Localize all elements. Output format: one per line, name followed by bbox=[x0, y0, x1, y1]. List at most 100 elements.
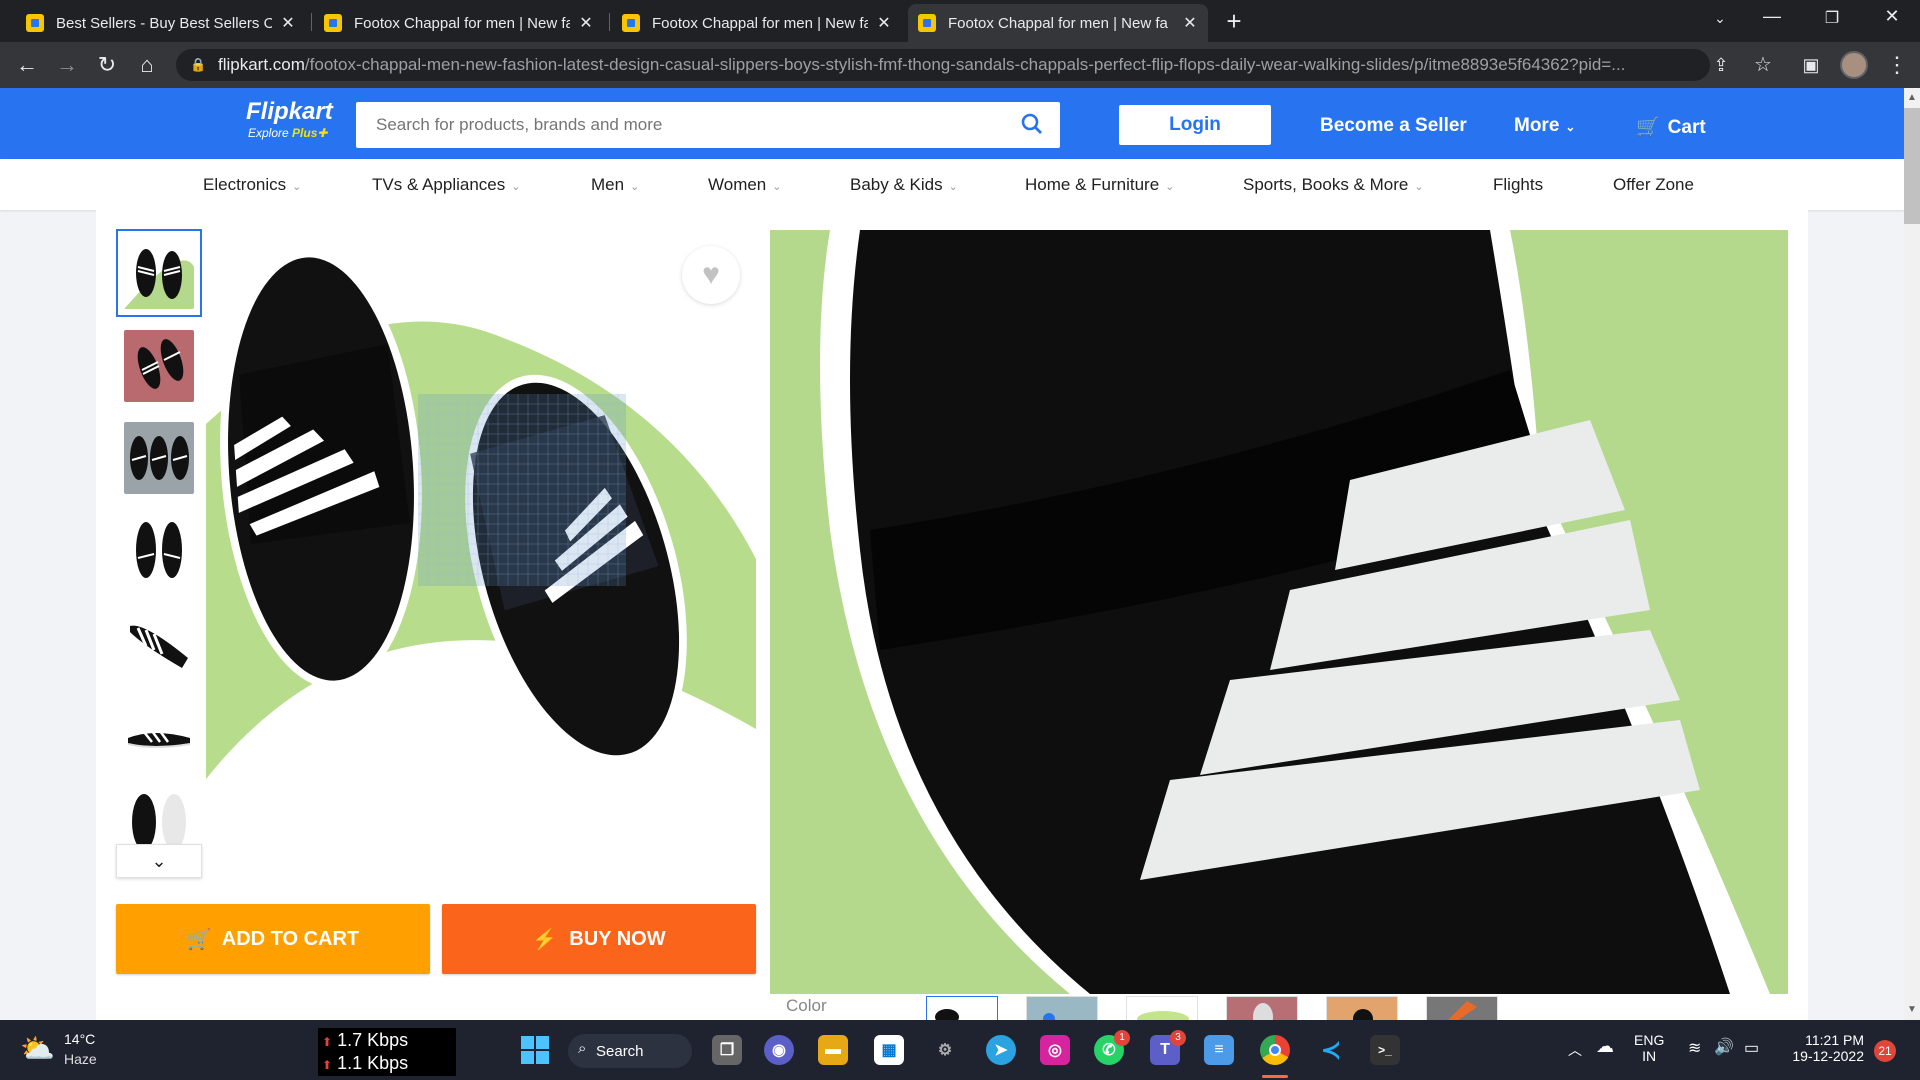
bookmark-star-icon[interactable]: ☆ bbox=[1748, 50, 1778, 80]
product-thumbnail[interactable] bbox=[116, 506, 202, 594]
browser-tab[interactable]: Footox Chappal for men | New fa ✕ bbox=[612, 4, 902, 42]
more-menu[interactable]: More ⌄ bbox=[1514, 115, 1575, 137]
browser-menu-icon[interactable]: ⋮ bbox=[1882, 50, 1912, 80]
slipper-pair-image bbox=[206, 249, 756, 889]
main-product-image[interactable] bbox=[206, 229, 756, 889]
instagram-icon[interactable]: ◎ bbox=[1040, 1035, 1070, 1065]
category-sports-books[interactable]: Sports, Books & More ⌄ bbox=[1243, 175, 1424, 195]
address-bar[interactable]: 🔒 flipkart.com/footox-chappal-men-new-fa… bbox=[176, 49, 1710, 81]
clock[interactable]: 11:21 PM 19-12-2022 bbox=[1788, 1032, 1864, 1064]
product-thumbnail[interactable] bbox=[116, 690, 202, 778]
category-men[interactable]: Men ⌄ bbox=[591, 175, 639, 195]
color-swatch[interactable] bbox=[926, 996, 998, 1020]
login-button[interactable]: Login bbox=[1119, 105, 1271, 145]
share-icon[interactable]: ⇪ bbox=[1706, 50, 1736, 80]
color-swatch[interactable] bbox=[1326, 996, 1398, 1020]
lock-icon[interactable]: 🔒 bbox=[190, 57, 206, 73]
close-tab-icon[interactable]: ✕ bbox=[876, 13, 892, 33]
chevron-down-icon: ⌄ bbox=[1565, 120, 1576, 134]
product-thumbnail[interactable] bbox=[116, 414, 202, 502]
back-icon[interactable]: ← bbox=[12, 50, 42, 80]
terminal-icon[interactable]: >_ bbox=[1370, 1035, 1400, 1065]
flipkart-favicon-icon bbox=[324, 14, 342, 32]
flipkart-logo[interactable]: Flipkart Explore Plus✚ bbox=[246, 98, 333, 140]
new-tab-icon[interactable]: + bbox=[1222, 6, 1246, 37]
settings-gear-icon[interactable]: ⚙ bbox=[930, 1035, 960, 1065]
weather-icon[interactable]: ⛅ bbox=[20, 1032, 55, 1065]
chrome-icon[interactable] bbox=[1260, 1035, 1290, 1065]
buy-now-button[interactable]: ⚡ BUY NOW bbox=[442, 904, 756, 974]
flipkart-favicon-icon bbox=[622, 14, 640, 32]
close-tab-icon[interactable]: ✕ bbox=[1182, 13, 1198, 33]
category-home-furniture[interactable]: Home & Furniture ⌄ bbox=[1025, 175, 1174, 195]
wifi-icon[interactable]: ≋ bbox=[1688, 1038, 1701, 1058]
weather-desc[interactable]: Haze bbox=[64, 1051, 97, 1067]
scroll-down-icon[interactable]: ▼ bbox=[1904, 1004, 1920, 1015]
wishlist-heart-icon[interactable]: ♥ bbox=[682, 246, 740, 304]
close-window-icon[interactable]: ✕ bbox=[1872, 6, 1912, 27]
chevron-down-icon: ⌄ bbox=[772, 181, 782, 193]
color-swatch[interactable] bbox=[1126, 996, 1198, 1020]
notification-count-badge[interactable]: 21 bbox=[1874, 1040, 1896, 1062]
profile-avatar[interactable] bbox=[1840, 51, 1868, 79]
scrollbar-thumb[interactable] bbox=[1904, 108, 1920, 224]
category-tvs-appliances[interactable]: TVs & Appliances ⌄ bbox=[372, 175, 520, 195]
chat-icon[interactable]: ◉ bbox=[764, 1035, 794, 1065]
product-thumbnail[interactable] bbox=[116, 598, 202, 686]
windows-start-icon[interactable] bbox=[520, 1035, 550, 1065]
microsoft-store-icon[interactable]: ▦ bbox=[874, 1035, 904, 1065]
tab-title: Footox Chappal for men | New fa bbox=[948, 14, 1168, 32]
lightning-icon: ⚡ bbox=[532, 928, 558, 951]
tab-title: Footox Chappal for men | New fa bbox=[354, 14, 570, 32]
category-offer-zone[interactable]: Offer Zone bbox=[1613, 175, 1694, 195]
product-thumbnail[interactable] bbox=[116, 229, 202, 317]
tab-search-icon[interactable]: ⌄ bbox=[1700, 10, 1740, 27]
file-explorer-icon[interactable]: ▬ bbox=[818, 1035, 848, 1065]
browser-tab[interactable]: Best Sellers - Buy Best Sellers Onl ✕ bbox=[16, 4, 306, 42]
browser-tab-active[interactable]: Footox Chappal for men | New fa ✕ bbox=[908, 4, 1208, 42]
slipper-thumbnail-image bbox=[124, 422, 194, 494]
color-swatch[interactable] bbox=[1426, 996, 1498, 1020]
network-speed-widget: ⬆ 1.7 Kbps ⬆ 1.1 Kbps bbox=[318, 1028, 456, 1076]
search-icon: ⌕ bbox=[578, 1040, 587, 1057]
category-baby-kids[interactable]: Baby & Kids ⌄ bbox=[850, 175, 958, 195]
forward-icon[interactable]: → bbox=[52, 50, 82, 80]
side-panel-icon[interactable]: ▣ bbox=[1796, 50, 1826, 80]
taskbar-search[interactable]: ⌕ Search bbox=[568, 1034, 692, 1068]
vscode-icon[interactable]: ≺ bbox=[1316, 1035, 1346, 1065]
reload-icon[interactable]: ↻ bbox=[92, 50, 122, 80]
cart-link[interactable]: 🛒 Cart bbox=[1636, 115, 1706, 139]
slipper-thumbnail-image bbox=[124, 698, 194, 770]
task-view-icon[interactable]: ❐ bbox=[712, 1035, 742, 1065]
scroll-up-icon[interactable]: ▲ bbox=[1904, 92, 1920, 103]
become-seller-link[interactable]: Become a Seller bbox=[1320, 115, 1467, 137]
color-swatch[interactable] bbox=[1026, 996, 1098, 1020]
telegram-icon[interactable]: ➤ bbox=[986, 1035, 1016, 1065]
notepad-icon[interactable]: ≡ bbox=[1204, 1035, 1234, 1065]
color-swatch[interactable] bbox=[1226, 996, 1298, 1020]
restore-icon[interactable]: ❐ bbox=[1812, 8, 1852, 28]
page-scrollbar[interactable] bbox=[1904, 88, 1920, 1020]
home-icon[interactable]: ⌂ bbox=[132, 50, 162, 80]
browser-tab[interactable]: Footox Chappal for men | New fa ✕ bbox=[314, 4, 604, 42]
show-hidden-icons-icon[interactable]: ︿ bbox=[1568, 1040, 1582, 1060]
search-icon[interactable] bbox=[1020, 112, 1044, 143]
slipper-thumbnail-image bbox=[124, 237, 194, 309]
product-thumbnail[interactable] bbox=[116, 782, 202, 846]
language-indicator[interactable]: ENG IN bbox=[1634, 1032, 1664, 1064]
category-women[interactable]: Women ⌄ bbox=[708, 175, 781, 195]
category-electronics[interactable]: Electronics ⌄ bbox=[203, 175, 301, 195]
weather-temp[interactable]: 14°C bbox=[64, 1031, 95, 1047]
minimize-icon[interactable]: — bbox=[1752, 6, 1792, 27]
battery-icon[interactable]: ▭ bbox=[1744, 1038, 1759, 1058]
volume-icon[interactable]: 🔊 bbox=[1714, 1037, 1734, 1057]
onedrive-cloud-icon[interactable]: ☁ bbox=[1596, 1036, 1614, 1057]
category-flights[interactable]: Flights bbox=[1493, 175, 1543, 195]
close-tab-icon[interactable]: ✕ bbox=[578, 13, 594, 33]
close-tab-icon[interactable]: ✕ bbox=[280, 13, 296, 33]
upload-arrow-icon: ⬆ bbox=[322, 1035, 333, 1049]
search-input[interactable] bbox=[376, 115, 976, 135]
product-thumbnail[interactable] bbox=[116, 322, 202, 410]
add-to-cart-button[interactable]: 🛒 ADD TO CART bbox=[116, 904, 430, 974]
thumbnails-scroll-down-icon[interactable]: ⌄ bbox=[116, 844, 202, 878]
